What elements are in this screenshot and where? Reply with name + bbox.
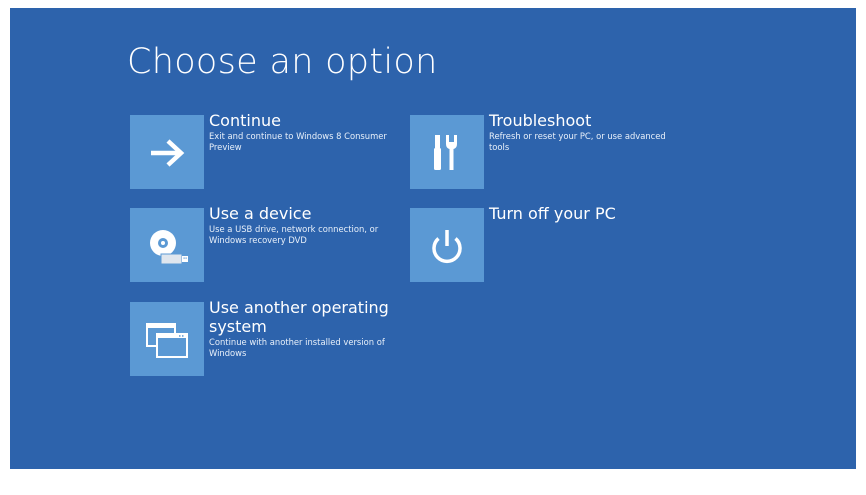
continue-option[interactable]: Continue Exit and continue to Windows 8 … [130,111,405,190]
continue-description: Exit and continue to Windows 8 Consumer … [209,131,387,152]
page-title: Choose an option [127,42,438,82]
use-another-os-label: Use another operating system [209,298,389,336]
use-another-os-option[interactable]: Use another operating system Continue wi… [130,298,405,377]
disc-usb-icon [150,230,188,265]
use-a-device-label: Use a device [209,204,312,223]
arrow-right-icon [151,139,185,167]
troubleshoot-label: Troubleshoot [489,111,592,130]
continue-tile[interactable] [130,115,204,189]
use-another-os-description: Continue with another installed version … [209,337,385,358]
troubleshoot-option[interactable]: Troubleshoot Refresh or reset your PC, o… [410,111,685,190]
power-icon [432,230,462,264]
tools-icon [434,135,457,170]
turn-off-tile[interactable] [410,208,484,282]
turn-off-label: Turn off your PC [489,204,616,223]
use-a-device-description: Use a USB drive, network connection, or … [209,224,379,245]
turn-off-option[interactable]: Turn off your PC [410,204,685,283]
recovery-screen: Choose an option Continue Exit and conti… [10,8,856,469]
use-a-device-tile[interactable] [130,208,204,282]
use-a-device-option[interactable]: Use a device Use a USB drive, network co… [130,204,405,283]
continue-label: Continue [209,111,281,130]
troubleshoot-description: Refresh or reset your PC, or use advance… [489,131,666,152]
use-another-os-tile[interactable] [130,302,204,376]
windows-stack-icon [146,323,188,358]
troubleshoot-tile[interactable] [410,115,484,189]
